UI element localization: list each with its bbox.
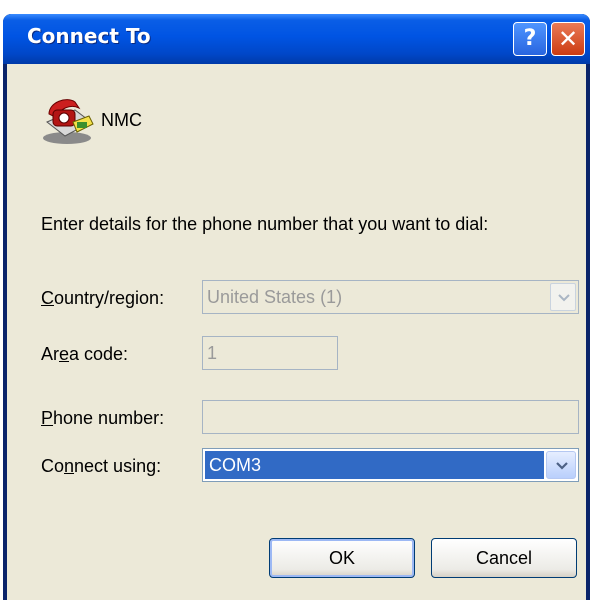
connect-to-dialog: Connect To ? ✕ NMC Enter details for the…	[3, 14, 590, 600]
dropdown-button[interactable]	[546, 451, 576, 479]
help-button[interactable]: ?	[513, 22, 547, 56]
country-value: United States (1)	[207, 287, 343, 307]
cancel-button[interactable]: Cancel	[431, 538, 577, 578]
close-icon: ✕	[557, 25, 579, 53]
title-bar[interactable]: Connect To ? ✕	[3, 14, 590, 64]
phone-icon	[41, 92, 97, 148]
phone-number-label: Phone number:	[41, 408, 165, 428]
area-code-field: 1	[202, 336, 338, 370]
chevron-down-icon	[550, 283, 576, 311]
dialog-body: NMC Enter details for the phone number t…	[7, 64, 586, 600]
chevron-down-icon	[556, 462, 568, 470]
area-code-label: Area code:	[41, 344, 129, 364]
connect-using-value: COM3	[205, 451, 544, 479]
help-icon: ?	[523, 26, 537, 51]
connect-using-select[interactable]: COM3	[202, 448, 579, 482]
close-button[interactable]: ✕	[551, 22, 585, 56]
dialog-title: Connect To	[27, 24, 151, 48]
country-select: United States (1)	[202, 280, 579, 314]
connect-using-label: Connect using:	[41, 456, 162, 476]
area-code-value: 1	[207, 343, 218, 363]
connection-name: NMC	[101, 110, 142, 130]
phone-number-field	[202, 400, 579, 434]
country-label: Country/region:	[41, 288, 165, 308]
ok-button[interactable]: OK	[269, 538, 415, 578]
instructions-text: Enter details for the phone number that …	[41, 214, 489, 234]
